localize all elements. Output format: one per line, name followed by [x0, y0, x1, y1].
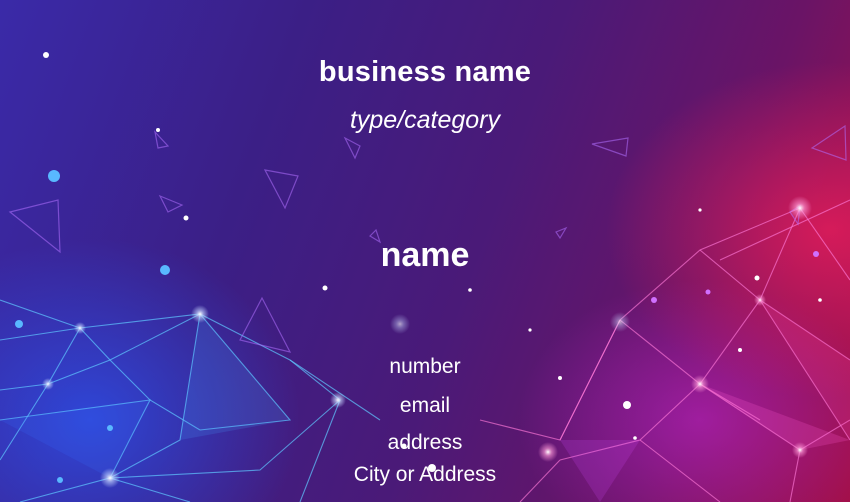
person-name: name — [380, 236, 470, 274]
business-name: business name — [318, 56, 532, 88]
business-category: type/category — [349, 106, 501, 134]
phone-number: number — [389, 355, 461, 378]
city-address: City or Address — [353, 463, 497, 486]
business-card: business name type/category name number … — [0, 0, 850, 502]
street-address: address — [387, 431, 463, 454]
email-address: email — [399, 394, 451, 417]
